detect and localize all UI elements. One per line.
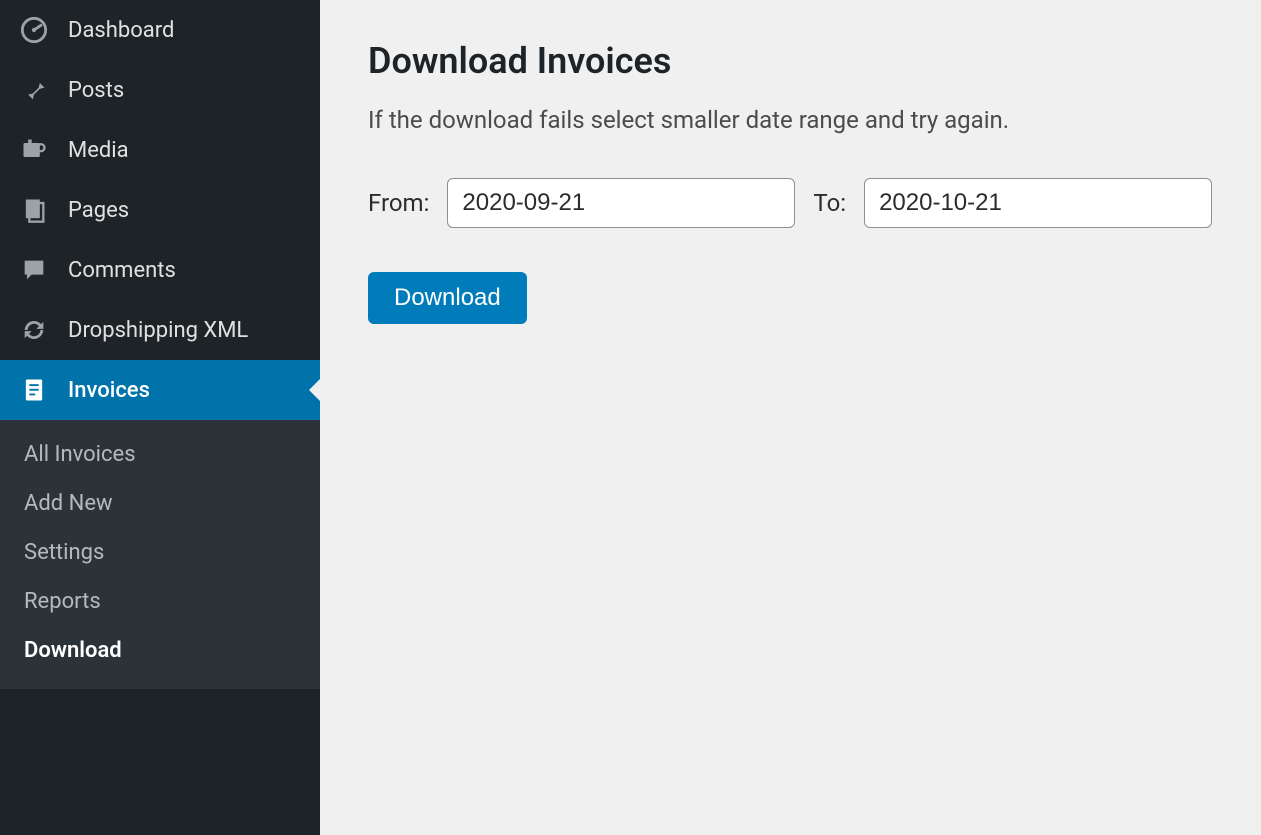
download-button[interactable]: Download — [368, 272, 527, 324]
pages-icon — [20, 196, 56, 224]
media-icon — [20, 136, 56, 164]
sidebar-label: Dashboard — [68, 18, 174, 43]
date-range-row: From: To: — [368, 178, 1213, 228]
sidebar-label: Invoices — [68, 378, 150, 403]
sidebar-item-comments[interactable]: Comments — [0, 240, 320, 300]
page-title: Download Invoices — [368, 40, 1213, 82]
from-label: From: — [368, 189, 429, 217]
invoice-icon — [20, 376, 56, 404]
sync-icon — [20, 316, 56, 344]
from-date-input[interactable] — [447, 178, 795, 228]
comment-icon — [20, 256, 56, 284]
sidebar-item-pages[interactable]: Pages — [0, 180, 320, 240]
admin-sidebar: Dashboard Posts Media Pages Comments Dro… — [0, 0, 320, 835]
submenu-item-reports[interactable]: Reports — [0, 577, 320, 626]
sidebar-item-dropshipping-xml[interactable]: Dropshipping XML — [0, 300, 320, 360]
to-date-input[interactable] — [864, 178, 1212, 228]
sidebar-label: Pages — [68, 198, 129, 223]
sidebar-label: Comments — [68, 258, 176, 283]
submenu-item-all-invoices[interactable]: All Invoices — [0, 430, 320, 479]
main-content: Download Invoices If the download fails … — [320, 0, 1261, 835]
sidebar-item-media[interactable]: Media — [0, 120, 320, 180]
sidebar-item-posts[interactable]: Posts — [0, 60, 320, 120]
sidebar-label: Media — [68, 138, 129, 163]
sidebar-item-dashboard[interactable]: Dashboard — [0, 0, 320, 60]
sidebar-item-invoices[interactable]: Invoices — [0, 360, 320, 420]
submenu-item-add-new[interactable]: Add New — [0, 479, 320, 528]
to-label: To: — [813, 189, 846, 217]
sidebar-label: Posts — [68, 78, 124, 103]
pin-icon — [20, 76, 56, 104]
sidebar-label: Dropshipping XML — [68, 318, 248, 343]
page-description: If the download fails select smaller dat… — [368, 106, 1213, 134]
dashboard-icon — [20, 16, 56, 44]
sidebar-submenu: All Invoices Add New Settings Reports Do… — [0, 420, 320, 689]
submenu-item-settings[interactable]: Settings — [0, 528, 320, 577]
submenu-item-download[interactable]: Download — [0, 626, 320, 675]
